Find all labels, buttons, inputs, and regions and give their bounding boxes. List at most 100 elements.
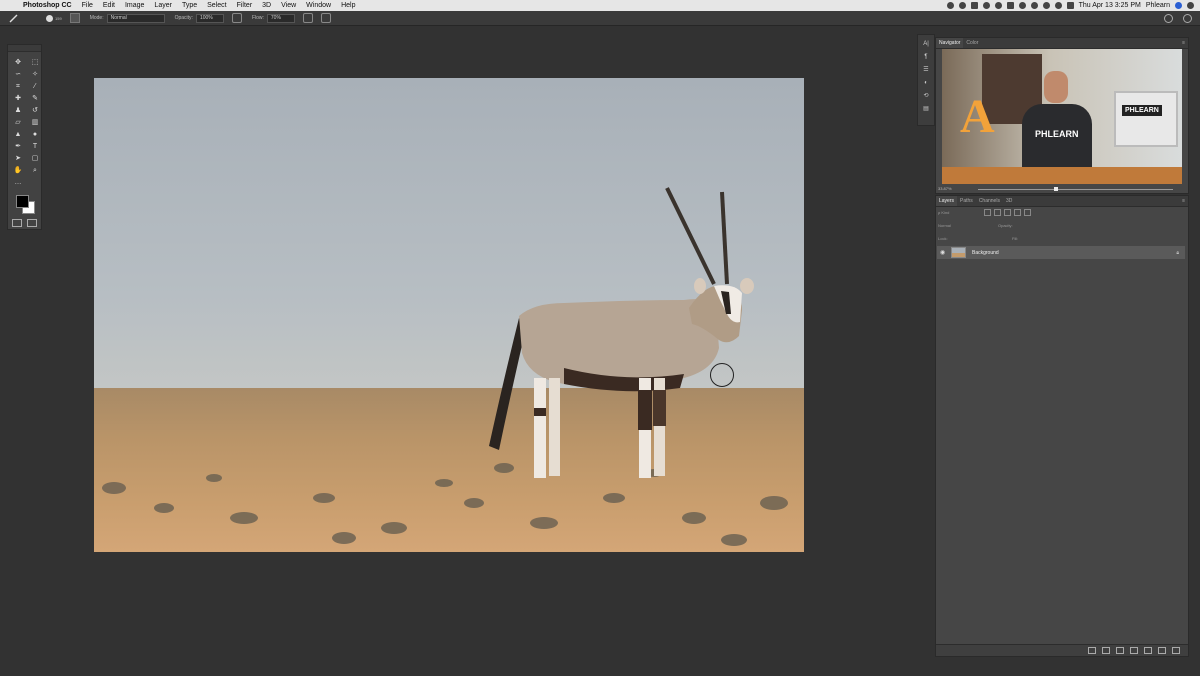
siri-icon[interactable] xyxy=(1175,2,1182,9)
status-icon[interactable] xyxy=(970,2,978,9)
panel-grip[interactable] xyxy=(8,45,41,52)
layer-filter-kind[interactable]: ρ Kind xyxy=(938,210,949,215)
menu-view[interactable]: View xyxy=(276,0,301,11)
type-filter-icon[interactable] xyxy=(1004,209,1011,216)
eyedropper-icon[interactable]: ⁄ xyxy=(30,83,40,91)
blur-tool-icon[interactable]: ▲ xyxy=(13,131,23,139)
shape-tool-icon[interactable]: ▢ xyxy=(30,155,40,163)
tool-preset-picker[interactable] xyxy=(8,13,30,23)
screen-mode-icon[interactable] xyxy=(27,219,37,227)
new-layer-icon[interactable] xyxy=(1158,647,1166,654)
foreground-color-swatch[interactable] xyxy=(16,195,29,208)
layer-style-icon[interactable] xyxy=(1102,647,1110,654)
type-tool-icon[interactable]: T xyxy=(30,143,40,151)
tab-navigator[interactable]: Navigator xyxy=(936,38,964,48)
dodge-tool-icon[interactable]: ● xyxy=(30,131,40,139)
battery-icon[interactable] xyxy=(1066,2,1074,9)
zoom-slider[interactable] xyxy=(978,189,1173,190)
history-brush-icon[interactable]: ↺ xyxy=(30,107,40,115)
character-panel-icon[interactable]: A| xyxy=(922,41,930,48)
menu-select[interactable]: Select xyxy=(202,0,231,11)
status-icon[interactable] xyxy=(1006,2,1014,9)
shape-filter-icon[interactable] xyxy=(1014,209,1021,216)
hand-tool-icon[interactable]: ✋ xyxy=(13,167,23,175)
tab-layers[interactable]: Layers xyxy=(936,196,958,206)
pressure-size-icon[interactable] xyxy=(320,13,331,23)
notification-center-icon[interactable] xyxy=(1187,2,1194,9)
opacity-field[interactable]: 100% xyxy=(195,13,224,23)
lock-icon[interactable]: 🔒︎ xyxy=(1176,250,1179,256)
panel-menu-icon[interactable]: ≡ xyxy=(1182,40,1185,46)
navigator-preview[interactable]: A PHLEARN PHLEARN xyxy=(942,49,1182,184)
flow-field[interactable]: 70% xyxy=(266,13,295,23)
brush-settings-button[interactable] xyxy=(69,13,80,23)
status-icon[interactable] xyxy=(982,2,990,9)
lasso-tool-icon[interactable]: ∽ xyxy=(13,71,23,79)
path-select-icon[interactable]: ➤ xyxy=(13,155,23,163)
eraser-icon[interactable]: ▱ xyxy=(13,119,23,127)
menubar-user[interactable]: Phlearn xyxy=(1146,0,1170,11)
tab-color[interactable]: Color xyxy=(963,38,981,48)
history-panel-icon[interactable]: ⟲ xyxy=(922,93,930,100)
brush-preset-icon[interactable] xyxy=(46,14,53,22)
gradient-icon[interactable]: ▥ xyxy=(30,119,40,127)
status-icon[interactable] xyxy=(994,2,1002,9)
quick-mask-icon[interactable] xyxy=(12,219,22,227)
menu-filter[interactable]: Filter xyxy=(232,0,258,11)
menu-help[interactable]: Help xyxy=(336,0,360,11)
magic-wand-icon[interactable]: ✧ xyxy=(30,71,40,79)
tab-3d[interactable]: 3D xyxy=(1003,196,1015,206)
layer-name[interactable]: Background xyxy=(972,250,999,256)
healing-brush-icon[interactable]: ✚ xyxy=(13,95,23,103)
adjustments-panel-icon[interactable]: ◐ xyxy=(922,80,930,87)
brush-tool-icon[interactable]: ✎ xyxy=(30,95,40,103)
actions-panel-icon[interactable]: ▤ xyxy=(922,106,930,113)
trash-icon[interactable] xyxy=(1172,647,1180,654)
layer-row[interactable]: ◉ Background 🔒︎ xyxy=(937,246,1185,259)
zoom-value[interactable]: 33.87% xyxy=(938,186,952,191)
adjustment-layer-icon[interactable] xyxy=(1130,647,1138,654)
eye-icon[interactable]: ◉ xyxy=(940,249,948,256)
blend-mode-select[interactable]: Normal xyxy=(938,223,951,228)
menu-layer[interactable]: Layer xyxy=(149,0,177,11)
workspace-icon[interactable] xyxy=(1183,14,1192,23)
menu-file[interactable]: File xyxy=(77,0,98,11)
adjustment-filter-icon[interactable] xyxy=(994,209,1001,216)
menu-3d[interactable]: 3D xyxy=(257,0,276,11)
tab-channels[interactable]: Channels xyxy=(976,196,1003,206)
paragraph-panel-icon[interactable]: ¶ xyxy=(922,54,930,61)
volume-icon[interactable] xyxy=(1054,2,1062,9)
bluetooth-icon[interactable] xyxy=(1030,2,1038,9)
zoom-slider-handle[interactable] xyxy=(1054,187,1058,191)
menu-window[interactable]: Window xyxy=(301,0,336,11)
new-group-icon[interactable] xyxy=(1144,647,1152,654)
clone-stamp-icon[interactable]: ♟ xyxy=(13,107,23,115)
panel-menu-icon[interactable]: ≡ xyxy=(1182,198,1185,204)
menu-app-name[interactable]: Photoshop CC xyxy=(18,0,77,11)
airbrush-icon[interactable] xyxy=(302,13,313,23)
pixel-filter-icon[interactable] xyxy=(984,209,991,216)
smart-object-filter-icon[interactable] xyxy=(1024,209,1031,216)
tab-paths[interactable]: Paths xyxy=(957,196,976,206)
search-icon[interactable] xyxy=(1164,14,1173,23)
pen-tool-icon[interactable]: ✒ xyxy=(13,143,23,151)
document-canvas[interactable] xyxy=(94,78,804,552)
time-machine-icon[interactable] xyxy=(1018,2,1026,9)
link-layers-icon[interactable] xyxy=(1088,647,1096,654)
status-icon[interactable] xyxy=(958,2,966,9)
pressure-opacity-icon[interactable] xyxy=(231,13,242,23)
wifi-icon[interactable] xyxy=(1042,2,1050,9)
menu-type[interactable]: Type xyxy=(177,0,202,11)
mode-select[interactable]: Normal xyxy=(106,13,165,23)
crop-tool-icon[interactable]: ⌗ xyxy=(13,83,23,91)
properties-panel-icon[interactable]: ☰ xyxy=(922,67,930,74)
zoom-tool-icon[interactable]: ⌕ xyxy=(30,167,40,175)
status-icon[interactable] xyxy=(946,2,954,9)
menu-edit[interactable]: Edit xyxy=(98,0,120,11)
move-tool-icon[interactable]: ✥ xyxy=(13,59,23,67)
marquee-tool-icon[interactable]: ⬚ xyxy=(30,59,40,67)
more-tools-icon[interactable]: … xyxy=(13,179,23,187)
menubar-clock[interactable]: Thu Apr 13 3:25 PM xyxy=(1079,0,1141,11)
add-mask-icon[interactable] xyxy=(1116,647,1124,654)
menu-image[interactable]: Image xyxy=(120,0,149,11)
